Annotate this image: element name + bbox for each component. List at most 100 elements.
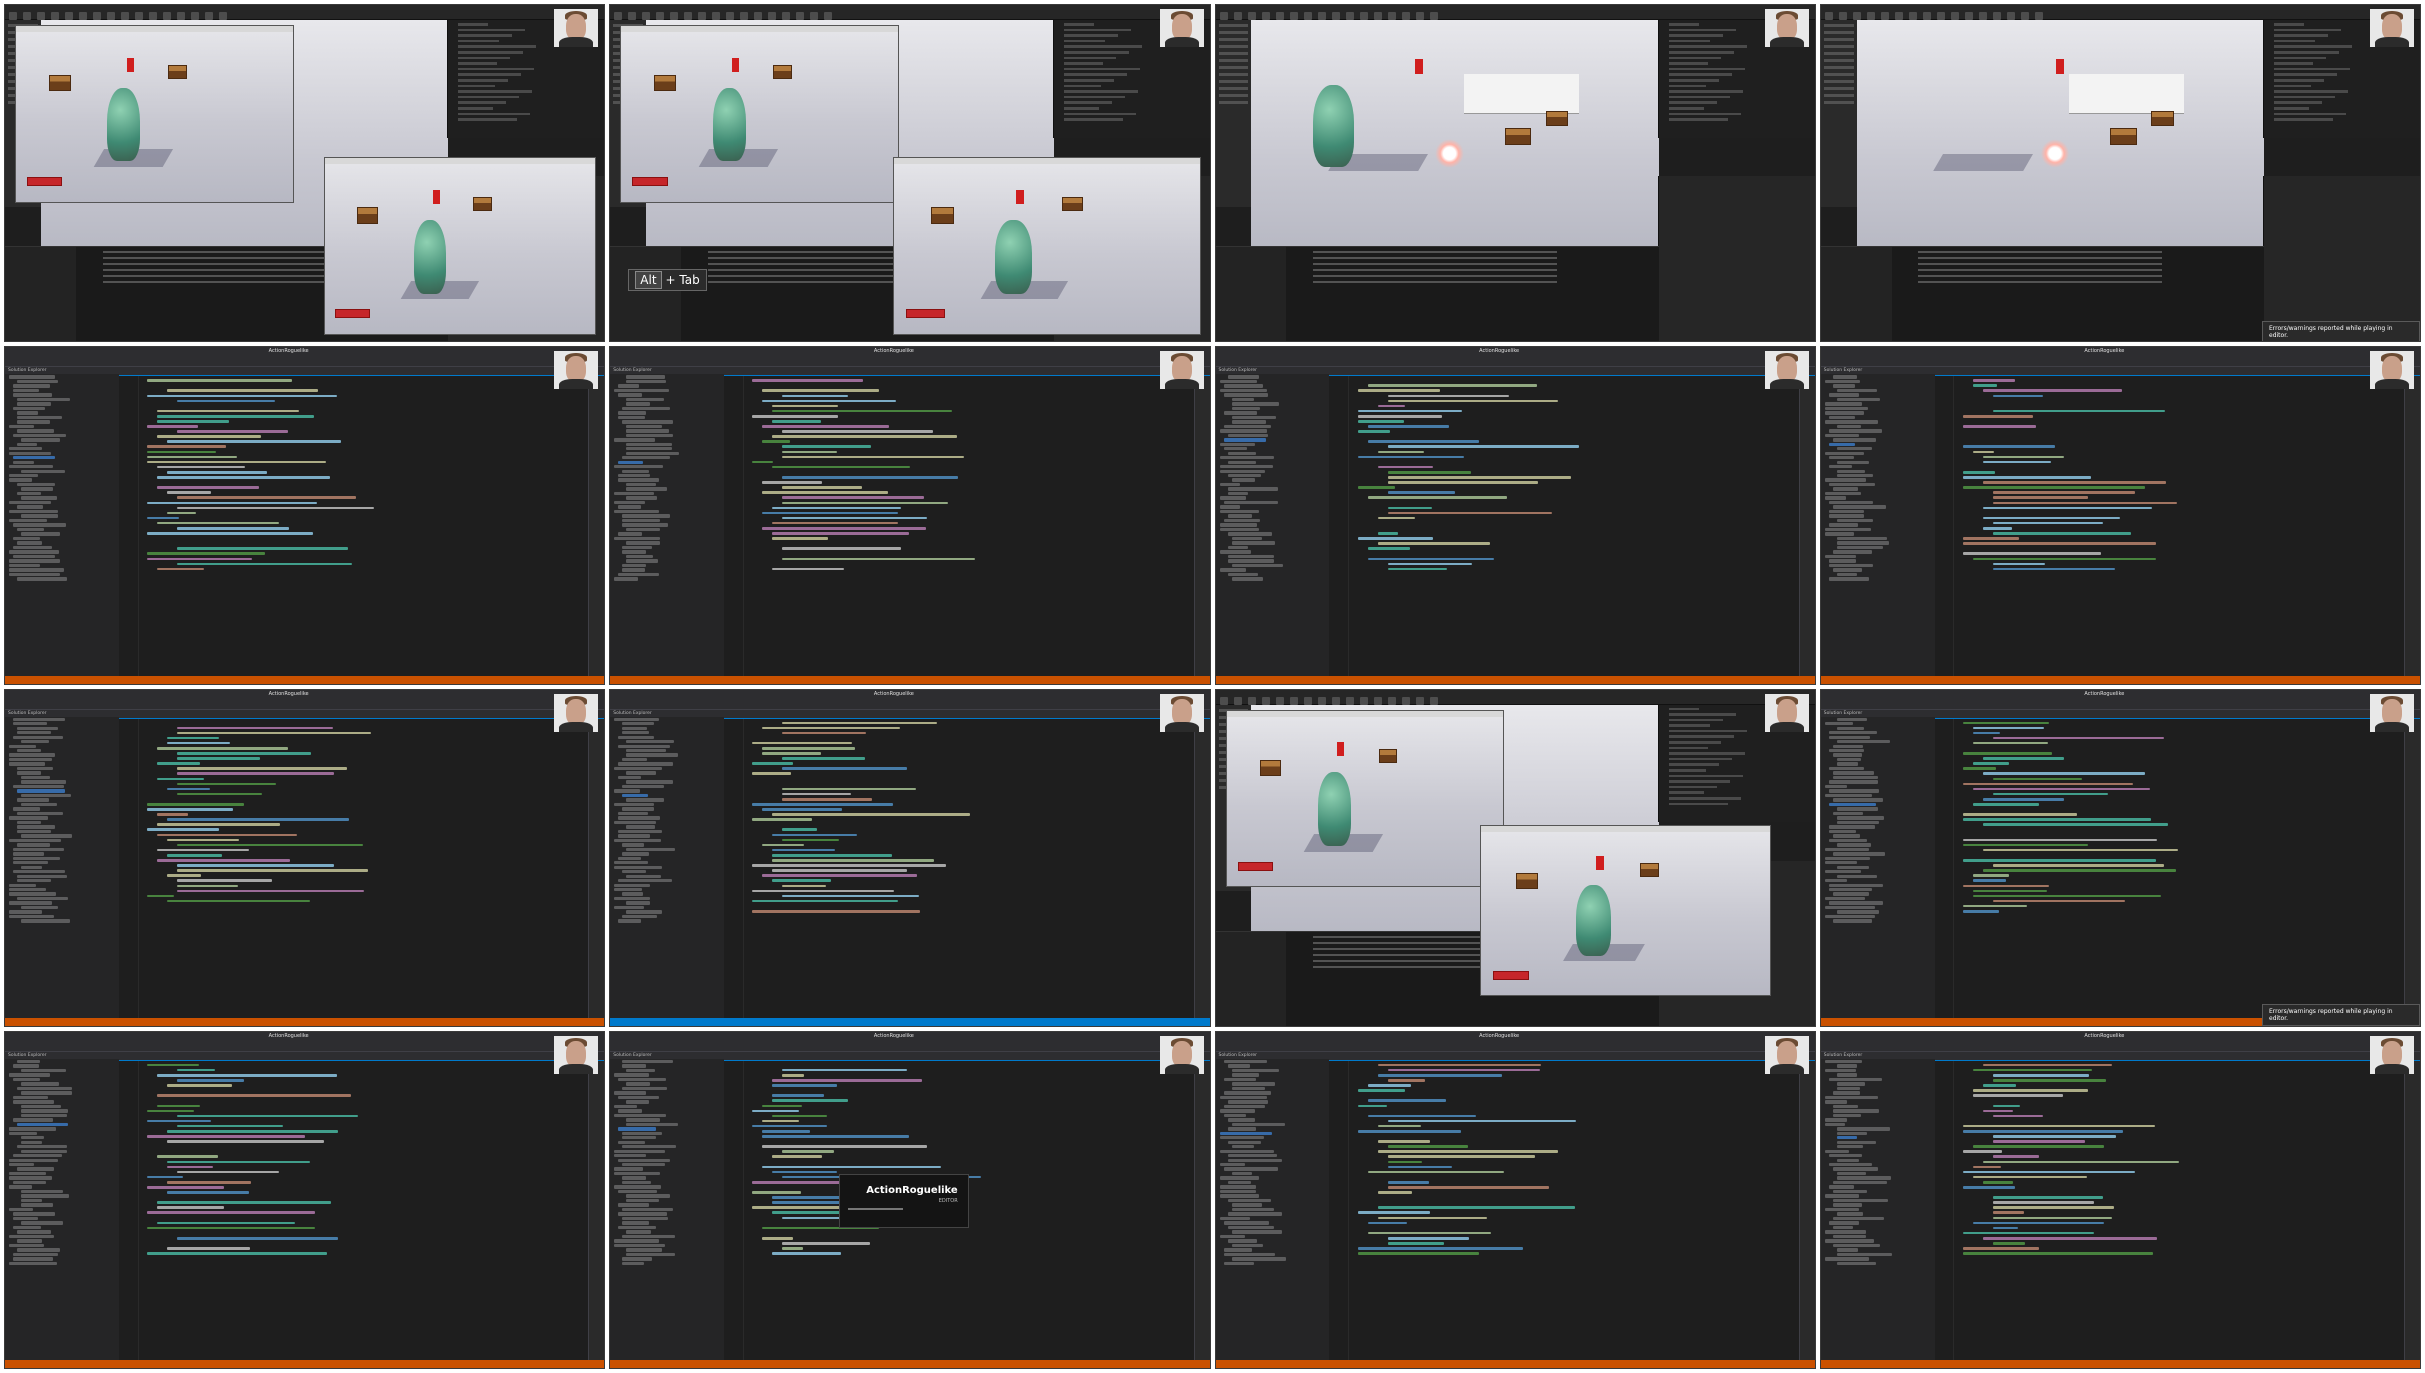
solution-tree-item[interactable] bbox=[1832, 1091, 1861, 1095]
editor-scrollbar[interactable] bbox=[2404, 718, 2420, 1018]
solution-tree-item[interactable] bbox=[9, 1131, 37, 1135]
solution-tree-item[interactable] bbox=[1836, 1140, 1877, 1144]
solution-tree-item[interactable] bbox=[626, 397, 665, 402]
outliner-item[interactable] bbox=[1668, 763, 1719, 767]
solution-tree-item[interactable] bbox=[618, 1225, 656, 1230]
toolbar-button[interactable] bbox=[684, 12, 693, 20]
solution-tree-item[interactable] bbox=[9, 447, 43, 451]
solution-tree-item[interactable] bbox=[17, 874, 67, 878]
solution-explorer[interactable]: Solution Explorer bbox=[610, 709, 726, 1018]
solution-tree-item[interactable] bbox=[1219, 1176, 1259, 1180]
solution-tree-item[interactable] bbox=[626, 424, 663, 429]
toolbar-button[interactable] bbox=[1317, 12, 1326, 20]
editor-scrollbar[interactable] bbox=[1798, 1060, 1815, 1360]
solution-tree-item[interactable] bbox=[1231, 541, 1275, 545]
solution-explorer[interactable]: Solution Explorer bbox=[5, 1051, 120, 1360]
solution-tree-item[interactable] bbox=[1219, 568, 1246, 572]
toolbar-button[interactable] bbox=[1345, 12, 1354, 20]
solution-tree-item[interactable] bbox=[17, 798, 49, 802]
solution-tree-item[interactable] bbox=[1836, 1086, 1861, 1091]
solution-tree-item[interactable] bbox=[1832, 1198, 1888, 1203]
toolbar-button[interactable] bbox=[726, 12, 735, 20]
solution-tree-item[interactable] bbox=[9, 1162, 35, 1167]
place-actor-item[interactable] bbox=[1823, 52, 1854, 55]
solution-tree-item[interactable] bbox=[1824, 433, 1860, 438]
place-actor-item[interactable] bbox=[1218, 66, 1249, 69]
outliner-item[interactable] bbox=[1668, 95, 1730, 99]
solution-tree-item[interactable] bbox=[626, 496, 658, 500]
outliner-item[interactable] bbox=[2274, 23, 2305, 26]
solution-tree-item[interactable] bbox=[622, 514, 671, 518]
toolbar-button[interactable] bbox=[1838, 12, 1847, 20]
code-editor[interactable] bbox=[118, 376, 590, 676]
toolbar-button[interactable] bbox=[1317, 696, 1326, 705]
solution-tree-item[interactable] bbox=[618, 532, 643, 536]
solution-tree-item[interactable] bbox=[1824, 847, 1869, 852]
outliner-item[interactable] bbox=[458, 34, 513, 37]
solution-tree-item[interactable] bbox=[1836, 1145, 1864, 1149]
solution-tree-item[interactable] bbox=[9, 478, 32, 482]
solution-tree-item[interactable] bbox=[1824, 1194, 1860, 1198]
solution-tree-item[interactable] bbox=[1219, 1234, 1246, 1239]
solution-tree-item[interactable] bbox=[9, 1243, 45, 1248]
solution-tree-item[interactable] bbox=[1219, 442, 1256, 446]
solution-tree-item[interactable] bbox=[622, 1176, 646, 1180]
outliner-item[interactable] bbox=[1668, 39, 1710, 43]
toolbar-button[interactable] bbox=[1247, 12, 1256, 20]
solution-tree-item[interactable] bbox=[13, 523, 67, 527]
solution-tree-item[interactable] bbox=[1836, 447, 1873, 451]
solution-tree-item[interactable] bbox=[626, 1118, 660, 1122]
solution-tree-item[interactable] bbox=[17, 397, 70, 402]
solution-tree-item[interactable] bbox=[622, 550, 646, 554]
toolbar-button[interactable] bbox=[1922, 12, 1931, 20]
solution-tree-item[interactable] bbox=[9, 888, 46, 892]
solution-tree-item[interactable] bbox=[622, 563, 646, 568]
solution-tree-item[interactable] bbox=[9, 838, 61, 843]
solution-tree-item[interactable] bbox=[1828, 415, 1855, 420]
solution-tree-item[interactable] bbox=[618, 879, 673, 883]
toolbar-button[interactable] bbox=[796, 12, 805, 20]
solution-tree-item[interactable] bbox=[1227, 1198, 1272, 1203]
solution-tree-item[interactable] bbox=[1231, 1086, 1266, 1091]
solution-tree-item[interactable] bbox=[1219, 456, 1274, 460]
solution-tree-item[interactable] bbox=[1824, 1122, 1845, 1127]
outliner-item[interactable] bbox=[1063, 73, 1127, 76]
solution-tree-item[interactable] bbox=[17, 541, 43, 545]
outliner-item[interactable] bbox=[1668, 785, 1717, 789]
solution-tree-item[interactable] bbox=[626, 402, 650, 406]
solution-tree-item[interactable] bbox=[1824, 406, 1869, 411]
solution-tree-item[interactable] bbox=[614, 536, 661, 541]
solution-tree-item[interactable] bbox=[614, 865, 663, 869]
code-editor[interactable] bbox=[724, 718, 1195, 1018]
toolbar-button[interactable] bbox=[1992, 12, 2001, 20]
solution-tree-item[interactable] bbox=[9, 568, 64, 572]
solution-tree-item[interactable] bbox=[626, 541, 661, 545]
toolbar-button[interactable] bbox=[712, 12, 721, 20]
solution-tree-item[interactable] bbox=[13, 384, 51, 388]
solution-tree-item[interactable] bbox=[13, 393, 52, 397]
outliner-item[interactable] bbox=[2274, 112, 2347, 116]
editor-scrollbar[interactable] bbox=[2404, 1060, 2420, 1360]
solution-tree-item[interactable] bbox=[1227, 1180, 1252, 1185]
solution-tree-item[interactable] bbox=[17, 726, 59, 730]
solution-tree-item[interactable] bbox=[626, 771, 656, 775]
solution-tree-item[interactable] bbox=[1828, 802, 1876, 807]
outliner-item[interactable] bbox=[1668, 718, 1723, 722]
solution-tree-item[interactable] bbox=[1223, 384, 1263, 388]
solution-tree-item[interactable] bbox=[1828, 766, 1865, 771]
toolbar-button[interactable] bbox=[1275, 696, 1284, 705]
outliner-item[interactable] bbox=[458, 118, 518, 121]
solution-tree-item[interactable] bbox=[13, 870, 66, 874]
solution-tree-item[interactable] bbox=[9, 914, 55, 919]
outliner-item[interactable] bbox=[2274, 84, 2312, 88]
solution-tree-item[interactable] bbox=[1832, 438, 1877, 442]
outliner-item[interactable] bbox=[1668, 112, 1741, 116]
solution-tree-item[interactable] bbox=[622, 726, 648, 730]
solution-tree-item[interactable] bbox=[614, 438, 655, 442]
solution-tree-item[interactable] bbox=[1828, 523, 1858, 527]
place-actor-item[interactable] bbox=[1823, 87, 1854, 90]
solution-tree-item[interactable] bbox=[1223, 518, 1261, 523]
solution-tree-item[interactable] bbox=[1227, 487, 1278, 491]
solution-tree-item[interactable] bbox=[614, 500, 646, 505]
outliner-item[interactable] bbox=[1668, 101, 1717, 104]
